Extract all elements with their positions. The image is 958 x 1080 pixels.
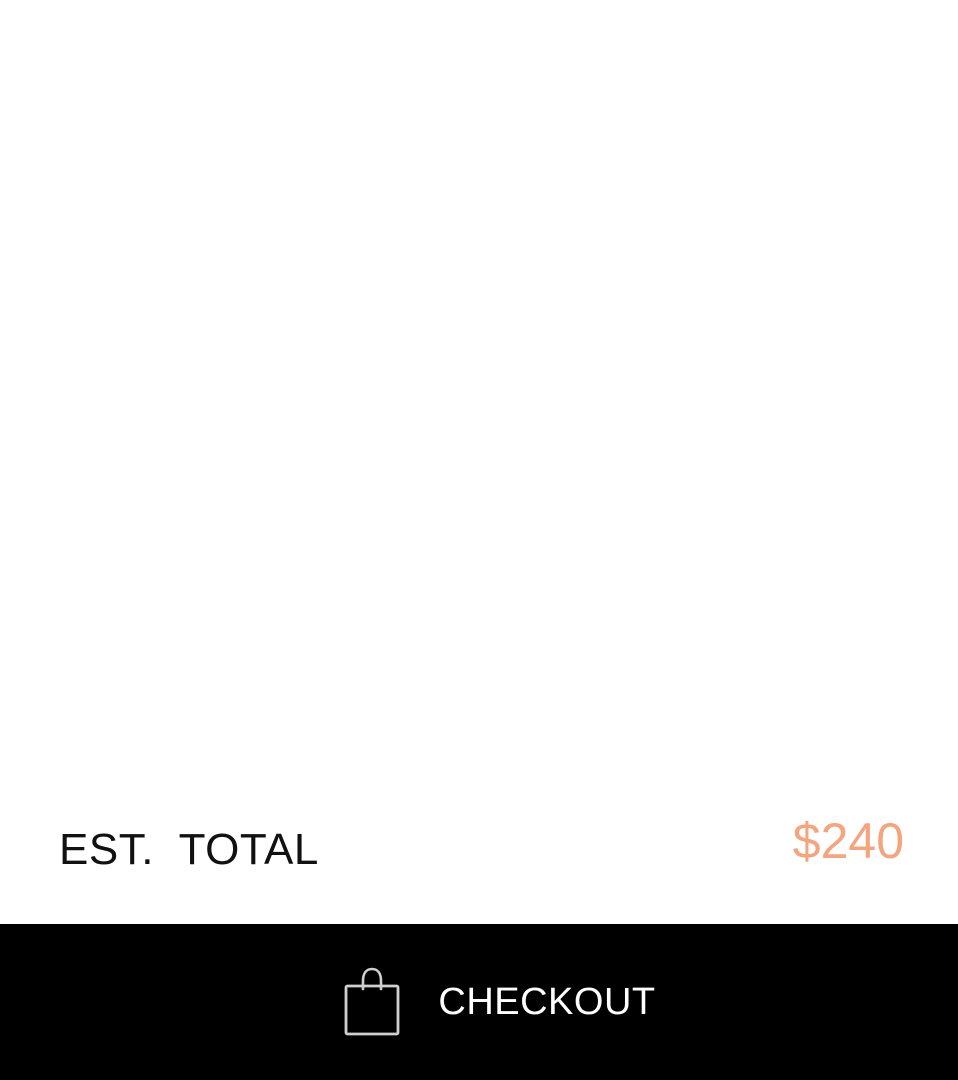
estimated-total-row: EST. TOTAL $240: [0, 790, 958, 924]
cart-screen: EST. TOTAL $240 CHECKOUT: [0, 0, 958, 1080]
checkout-button[interactable]: CHECKOUT: [0, 924, 958, 1080]
cart-content-area: [0, 0, 958, 790]
checkout-label: CHECKOUT: [438, 981, 656, 1023]
estimated-total-value: $240: [792, 813, 904, 869]
shopping-bag-icon: [342, 967, 402, 1037]
checkout-button-content: CHECKOUT: [342, 967, 655, 1037]
estimated-total-label: EST. TOTAL: [59, 825, 319, 874]
